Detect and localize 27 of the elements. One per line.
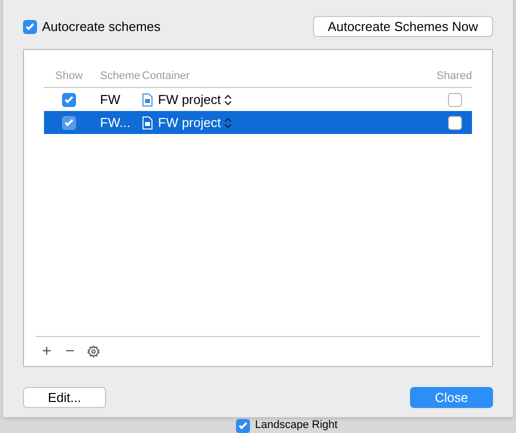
autocreate-label: Autocreate schemes xyxy=(42,18,161,36)
checkbox[interactable] xyxy=(23,20,37,34)
column-header: Container xyxy=(142,69,191,84)
container-popup[interactable]: FW project xyxy=(158,112,232,132)
column-header: Scheme xyxy=(99,69,142,84)
checkbox[interactable] xyxy=(448,92,462,106)
scheme-row[interactable]: FW... FW project xyxy=(44,111,472,134)
column-header: Show xyxy=(54,69,84,84)
landscape-right-label: Landscape Right xyxy=(255,420,338,431)
edit-button[interactable]: Edit... xyxy=(23,387,106,408)
checkbox[interactable] xyxy=(62,92,76,106)
checkbox[interactable] xyxy=(448,116,462,130)
document-icon xyxy=(142,92,153,106)
container-popup[interactable]: FW project xyxy=(158,90,232,110)
scheme-row[interactable]: FW FW project xyxy=(44,88,472,111)
scheme-name: FW xyxy=(99,90,122,109)
column-header: Shared xyxy=(436,69,472,84)
chevron-updown-icon xyxy=(224,116,232,128)
chevron-updown-icon xyxy=(224,94,232,106)
remove-button[interactable]: − xyxy=(63,344,77,360)
add-button[interactable]: + xyxy=(40,344,54,360)
checkbox[interactable] xyxy=(236,418,250,432)
checkbox[interactable] xyxy=(62,116,76,130)
document-icon xyxy=(142,116,153,130)
scheme-name: FW... xyxy=(99,114,132,132)
autocreate-now-button[interactable]: Autocreate Schemes Now xyxy=(312,16,493,37)
settings-icon[interactable] xyxy=(86,345,100,358)
